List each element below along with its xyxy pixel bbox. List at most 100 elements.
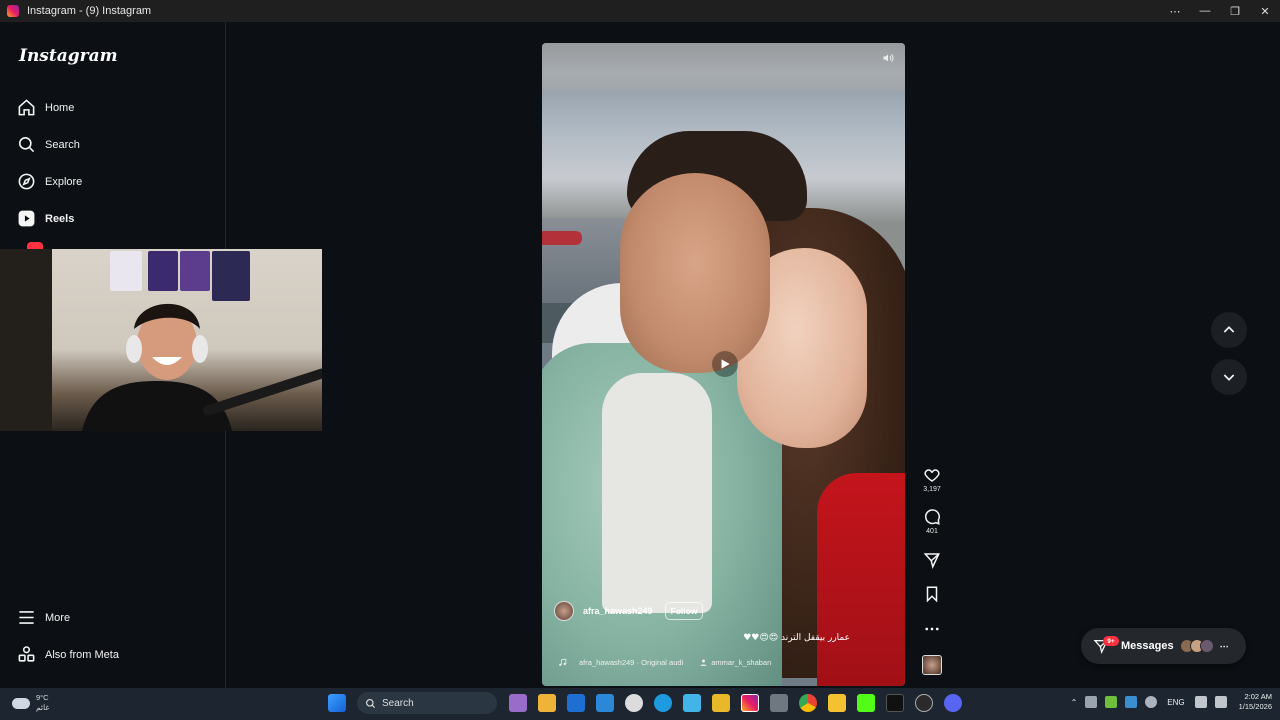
- weather-temp: 9°C: [36, 693, 49, 702]
- chrome-icon[interactable]: [798, 694, 817, 712]
- search-icon: [18, 136, 35, 153]
- sidebar-item-label: Home: [45, 101, 75, 114]
- menu-icon: [19, 611, 34, 624]
- sidebar-item-label: Also from Meta: [45, 648, 119, 661]
- clock[interactable]: 2:02 AM 1/15/2026: [1239, 692, 1272, 712]
- taskbar: 9°C غائم Search ⌃ ENG 2:02 AM 1/15/2026: [0, 688, 1280, 720]
- chevron-down-icon: [1223, 374, 1235, 381]
- sidebar-item-label: More: [45, 611, 71, 624]
- home-icon: [18, 99, 35, 116]
- tray-app-icon[interactable]: [1085, 696, 1098, 708]
- sidebar-item-reels[interactable]: Reels: [17, 209, 74, 228]
- tray-overflow-icon[interactable]: ⌃: [1071, 698, 1078, 707]
- share-button[interactable]: [917, 551, 947, 569]
- files-app-icon[interactable]: [682, 694, 701, 712]
- notes-icon[interactable]: [827, 694, 846, 712]
- clock-time: 2:02 AM: [1244, 692, 1272, 701]
- camera-icon[interactable]: [769, 694, 788, 712]
- comment-icon: [925, 509, 940, 525]
- comment-button[interactable]: 401: [917, 508, 947, 535]
- cloud-icon: [12, 697, 30, 709]
- person-icon: [700, 659, 707, 666]
- audio-thumbnail[interactable]: [922, 655, 942, 675]
- send-icon: [923, 553, 940, 569]
- next-reel-button[interactable]: [1211, 359, 1247, 395]
- previous-reel-button[interactable]: [1211, 312, 1247, 348]
- author-username[interactable]: afra_hawash249: [583, 606, 653, 616]
- copilot-icon[interactable]: [508, 694, 527, 712]
- file-explorer-icon[interactable]: [711, 694, 730, 712]
- tiktok-icon[interactable]: [885, 694, 904, 712]
- heart-icon: [924, 469, 940, 482]
- bookmark-icon: [926, 586, 938, 603]
- audio-label: afra_hawash249 · Original audi: [579, 658, 684, 667]
- messages-avatars: [1179, 639, 1214, 653]
- maximize-button[interactable]: ❐: [1220, 0, 1250, 22]
- taskbar-search[interactable]: Search: [357, 692, 497, 714]
- music-note-icon: [559, 658, 567, 666]
- window-controls: ⋯ — ❐ ✕: [1160, 0, 1280, 22]
- audio-link[interactable]: afra_hawash249 · Original audi: [558, 658, 683, 667]
- compass-icon: [18, 173, 35, 190]
- store-icon[interactable]: [537, 694, 556, 712]
- sidebar-item-label: Reels: [45, 212, 75, 225]
- like-count: 3,197: [923, 486, 941, 493]
- weather-text: غائم: [36, 703, 50, 712]
- reels-icon: [18, 210, 35, 227]
- save-button[interactable]: [917, 585, 947, 603]
- weather-widget[interactable]: 9°C غائم: [12, 693, 49, 713]
- window-menu-button[interactable]: ⋯: [1160, 0, 1190, 22]
- sidebar-item-label: Explore: [45, 175, 83, 188]
- tagged-user[interactable]: ammar_k_shaban: [699, 658, 771, 667]
- more-options-button[interactable]: [917, 620, 947, 638]
- chatgpt-icon[interactable]: [624, 694, 643, 712]
- outlook-icon[interactable]: [566, 694, 585, 712]
- taskbar-search-label: Search: [382, 697, 414, 709]
- kick-icon[interactable]: [856, 694, 875, 712]
- edge-icon[interactable]: [653, 694, 672, 712]
- window-title-bar: Instagram - (9) Instagram ⋯ — ❐ ✕: [0, 0, 1280, 22]
- sidebar-item-search[interactable]: Search: [17, 135, 80, 154]
- obs-icon[interactable]: [914, 694, 933, 712]
- network-icon[interactable]: [1194, 696, 1207, 708]
- microphone-icon[interactable]: [1145, 696, 1158, 708]
- search-icon: [366, 698, 376, 708]
- reel-video[interactable]: afra_hawash249 Follow عمارر بيقفل الترند…: [542, 43, 905, 686]
- webcam-overlay: [0, 249, 322, 431]
- discord-icon[interactable]: [943, 694, 962, 712]
- messages-button[interactable]: 9+ Messages ⋯: [1081, 628, 1246, 664]
- sidebar-item-home[interactable]: Home: [17, 98, 74, 117]
- clock-date: 1/15/2026: [1238, 702, 1272, 711]
- author-avatar[interactable]: [554, 601, 574, 621]
- chevron-up-icon: [1223, 326, 1235, 333]
- system-tray: ⌃ ENG 2:02 AM 1/15/2026: [1071, 692, 1272, 712]
- sidebar-item-explore[interactable]: Explore: [17, 172, 82, 191]
- play-icon: [721, 359, 730, 369]
- close-button[interactable]: ✕: [1250, 0, 1280, 22]
- sidebar-item-more[interactable]: More: [17, 608, 70, 627]
- like-button[interactable]: 3,197: [917, 466, 947, 493]
- volume-icon[interactable]: [881, 51, 895, 65]
- taskbar-apps: Search: [322, 692, 967, 714]
- messages-badge: 9+: [1103, 636, 1119, 646]
- messages-label: Messages: [1121, 640, 1174, 652]
- meta-apps-icon: [18, 646, 35, 662]
- play-button[interactable]: [712, 351, 738, 377]
- tray-app-icon[interactable]: [1125, 696, 1138, 708]
- tray-app-icon[interactable]: [1105, 696, 1118, 708]
- mail-icon[interactable]: [595, 694, 614, 712]
- window-title: Instagram - (9) Instagram: [27, 5, 152, 17]
- sidebar-item-also-from-meta[interactable]: Also from Meta: [17, 645, 119, 664]
- instagram-logo[interactable]: Instagram: [19, 46, 118, 66]
- language-indicator[interactable]: ENG: [1167, 698, 1184, 707]
- sidebar-item-label: Search: [45, 138, 80, 151]
- more-icon: ⋯: [1219, 640, 1229, 651]
- minimize-button[interactable]: —: [1190, 0, 1220, 22]
- reel-meta: afra_hawash249 · Original audi ammar_k_s…: [558, 658, 787, 667]
- windows-start-icon[interactable]: [327, 694, 346, 712]
- reel-caption: عمارر بيقفل الترند 😍😍♥♥: [743, 633, 850, 643]
- volume-icon[interactable]: [1214, 696, 1227, 708]
- follow-button[interactable]: Follow: [664, 602, 704, 620]
- instagram-app-icon: [7, 5, 19, 17]
- instagram-icon[interactable]: [740, 694, 759, 712]
